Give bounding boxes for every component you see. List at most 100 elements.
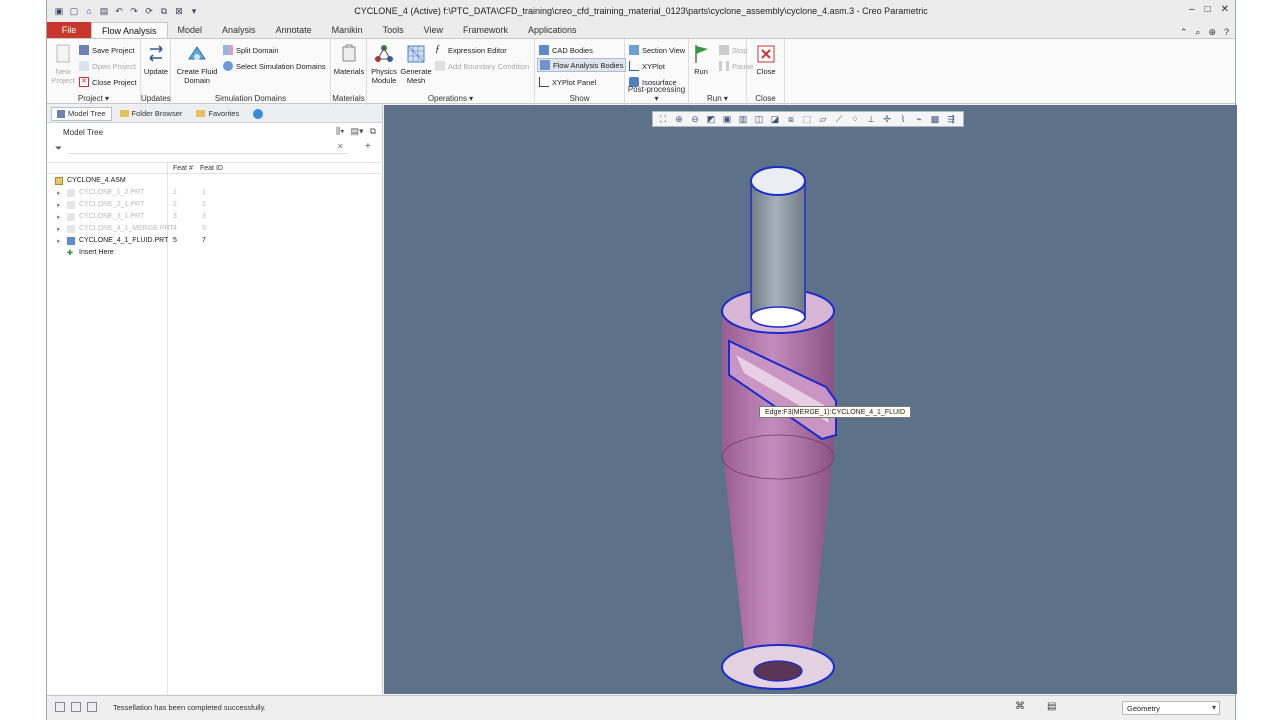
column-feat-num[interactable]: Feat # — [173, 165, 193, 172]
tab-model-tree[interactable]: Model Tree — [51, 106, 112, 121]
expand-icon[interactable]: ▸ — [57, 213, 61, 221]
find-icon[interactable]: ⌘ — [1015, 701, 1025, 712]
tree-row[interactable]: ▸ CYCLONE_2_1.PRT 2 2 — [47, 199, 383, 211]
save-icon[interactable]: ▤ — [98, 5, 110, 17]
maximize-button[interactable]: □ — [1205, 4, 1211, 15]
split-domain-button[interactable]: Split Domain — [223, 43, 279, 57]
web-browser-tab[interactable] — [247, 107, 269, 121]
redo-icon[interactable]: ↷ — [128, 5, 140, 17]
tree-row[interactable]: ▸ CYCLONE_4_1_FLUID.PRT 5 7 — [47, 235, 383, 247]
full-screen-icon[interactable] — [87, 702, 97, 712]
community-icon[interactable]: ⊕ — [1208, 27, 1216, 38]
xyplot-icon — [629, 61, 639, 71]
model-tree-header: Model Tree ⫼▾ ▤▾ ⧉ — [63, 126, 376, 137]
app-menu-icon[interactable]: ▣ — [53, 5, 65, 17]
tree-settings-icon[interactable]: ▤▾ — [351, 126, 364, 137]
tab-annotate[interactable]: Annotate — [266, 22, 322, 38]
collapse-ribbon-icon[interactable]: ⌃ — [1180, 27, 1188, 38]
group-close: Close Close — [747, 39, 785, 105]
tab-model[interactable]: Model — [168, 22, 213, 38]
open-project-button[interactable]: Open Project — [79, 59, 136, 73]
group-label-post-processing[interactable]: Post-processing ▾ — [625, 85, 688, 103]
tab-favorites[interactable]: Favorites — [190, 107, 245, 121]
toggle-browser-icon[interactable] — [71, 702, 81, 712]
selection-filter-select[interactable]: Geometry ▾ — [1122, 701, 1220, 715]
ribbon-tabs: File Flow Analysis Model Analysis Annota… — [47, 22, 1235, 38]
insert-here[interactable]: ✚ Insert Here — [47, 247, 383, 259]
group-label-operations[interactable]: Operations ▾ — [367, 94, 534, 103]
expression-editor-button[interactable]: ƒ Expression Editor — [435, 43, 507, 57]
generate-mesh-button[interactable]: Generate Mesh — [399, 43, 433, 85]
tree-row[interactable]: ▸ CYCLONE_4_1_MERGE.PRT 4 5 — [47, 223, 383, 235]
tab-framework[interactable]: Framework — [453, 22, 518, 38]
group-project: New Project Save Project Open Project ✕ … — [47, 39, 141, 105]
tab-analysis[interactable]: Analysis — [212, 22, 266, 38]
quick-access-toolbar: ▣ ▢ ⌂ ▤ ↶ ↷ ⟳ ⧉ ⊠ ▾ — [47, 5, 200, 17]
tree-filters-icon[interactable]: ⧉ — [370, 126, 376, 137]
group-simulation-domains: Create Fluid Domain Split Domain Select … — [171, 39, 331, 105]
help-icons: ⌃ ⌕ ⊕ ? — [1180, 27, 1235, 38]
stop-icon — [719, 45, 729, 55]
navigator-pane: Model Tree Folder Browser Favorites Mode… — [47, 105, 383, 694]
xyplot-button[interactable]: XYPlot — [629, 59, 665, 73]
tree-root[interactable]: CYCLONE_4.ASM — [47, 175, 383, 187]
flow-analysis-bodies-button[interactable]: Flow Analysis Bodies — [537, 58, 627, 72]
search-icon[interactable]: ⌕ — [1195, 27, 1200, 38]
window-controls: – □ ✕ — [1189, 4, 1229, 15]
assembly-icon — [55, 177, 63, 185]
clear-search-icon[interactable]: ✕ — [337, 142, 344, 151]
tab-applications[interactable]: Applications — [518, 22, 587, 38]
undo-icon[interactable]: ↶ — [113, 5, 125, 17]
xyplot-panel-icon — [539, 77, 549, 87]
regenerate-icon[interactable]: ⟳ — [143, 5, 155, 17]
group-label-run[interactable]: Run ▾ — [689, 94, 746, 103]
update-icon — [144, 43, 168, 65]
customize-qat-icon[interactable]: ▾ — [188, 5, 200, 17]
tab-view[interactable]: View — [414, 22, 453, 38]
tree-search-input[interactable] — [68, 142, 349, 154]
cyclone-model[interactable] — [384, 105, 1237, 694]
new-icon[interactable]: ▢ — [68, 5, 80, 17]
close-flow-analysis-button[interactable]: Close — [744, 43, 788, 76]
save-project-button[interactable]: Save Project — [79, 43, 135, 57]
boundary-condition-icon — [435, 61, 445, 71]
tab-manikin[interactable]: Manikin — [322, 22, 373, 38]
add-icon[interactable]: + — [365, 141, 371, 152]
physics-module-button[interactable]: Physics Module — [367, 43, 401, 85]
status-message: Tessellation has been completed successf… — [113, 703, 266, 712]
column-feat-id[interactable]: Feat ID — [200, 165, 223, 172]
tab-folder-browser[interactable]: Folder Browser — [114, 107, 189, 121]
expand-icon[interactable]: ▸ — [57, 225, 61, 233]
add-boundary-condition-button[interactable]: Add Boundary Condition — [435, 59, 529, 73]
windows-icon[interactable]: ⧉ — [158, 5, 170, 17]
xyplot-panel-button[interactable]: XYPlot Panel — [539, 75, 596, 89]
run-button[interactable]: Run — [685, 43, 717, 76]
tree-row[interactable]: ▸ CYCLONE_1_2.PRT 1 1 — [47, 187, 383, 199]
group-label-project[interactable]: Project ▾ — [47, 94, 140, 103]
select-simulation-domains-button[interactable]: Select Simulation Domains — [223, 59, 326, 73]
cad-bodies-button[interactable]: CAD Bodies — [539, 43, 593, 57]
materials-button[interactable]: Materials — [327, 43, 371, 76]
close-button[interactable]: ✕ — [1221, 4, 1229, 15]
group-label-materials: Materials — [332, 94, 365, 103]
expand-icon[interactable]: ▸ — [57, 201, 61, 209]
minimize-button[interactable]: – — [1189, 4, 1195, 15]
close-window-icon[interactable]: ⊠ — [173, 5, 185, 17]
graphics-viewport[interactable]: ⛶ ⊕ ⊖ ◩ ▣ ▥ ◫ ◪ ⧈ ⬚ ▱ ⟋ ⁘ ⊥ ✢ ⌇ ⌁ ▩ ⇶ Ed… — [384, 105, 1237, 694]
section-view-button[interactable]: Section View — [629, 43, 685, 57]
open-icon[interactable]: ⌂ — [83, 5, 95, 17]
part-icon — [67, 225, 75, 233]
expand-icon[interactable]: ▸ — [57, 237, 61, 245]
help-icon[interactable]: ? — [1224, 27, 1229, 38]
tree-row[interactable]: ▸ CYCLONE_3_1.PRT 3 3 — [47, 211, 383, 223]
toggle-navigator-icon[interactable] — [55, 702, 65, 712]
create-fluid-domain-button[interactable]: Create Fluid Domain — [175, 43, 219, 85]
new-project-button[interactable]: New Project — [49, 43, 77, 85]
tab-file[interactable]: File — [47, 22, 91, 38]
tab-tools[interactable]: Tools — [373, 22, 414, 38]
selection-list-icon[interactable]: ▤ — [1047, 701, 1056, 712]
tree-columns-icon[interactable]: ⫼▾ — [336, 126, 345, 137]
tab-flow-analysis[interactable]: Flow Analysis — [91, 22, 168, 38]
expand-icon[interactable]: ▸ — [57, 189, 61, 197]
close-project-button[interactable]: ✕ Close Project — [79, 75, 137, 89]
